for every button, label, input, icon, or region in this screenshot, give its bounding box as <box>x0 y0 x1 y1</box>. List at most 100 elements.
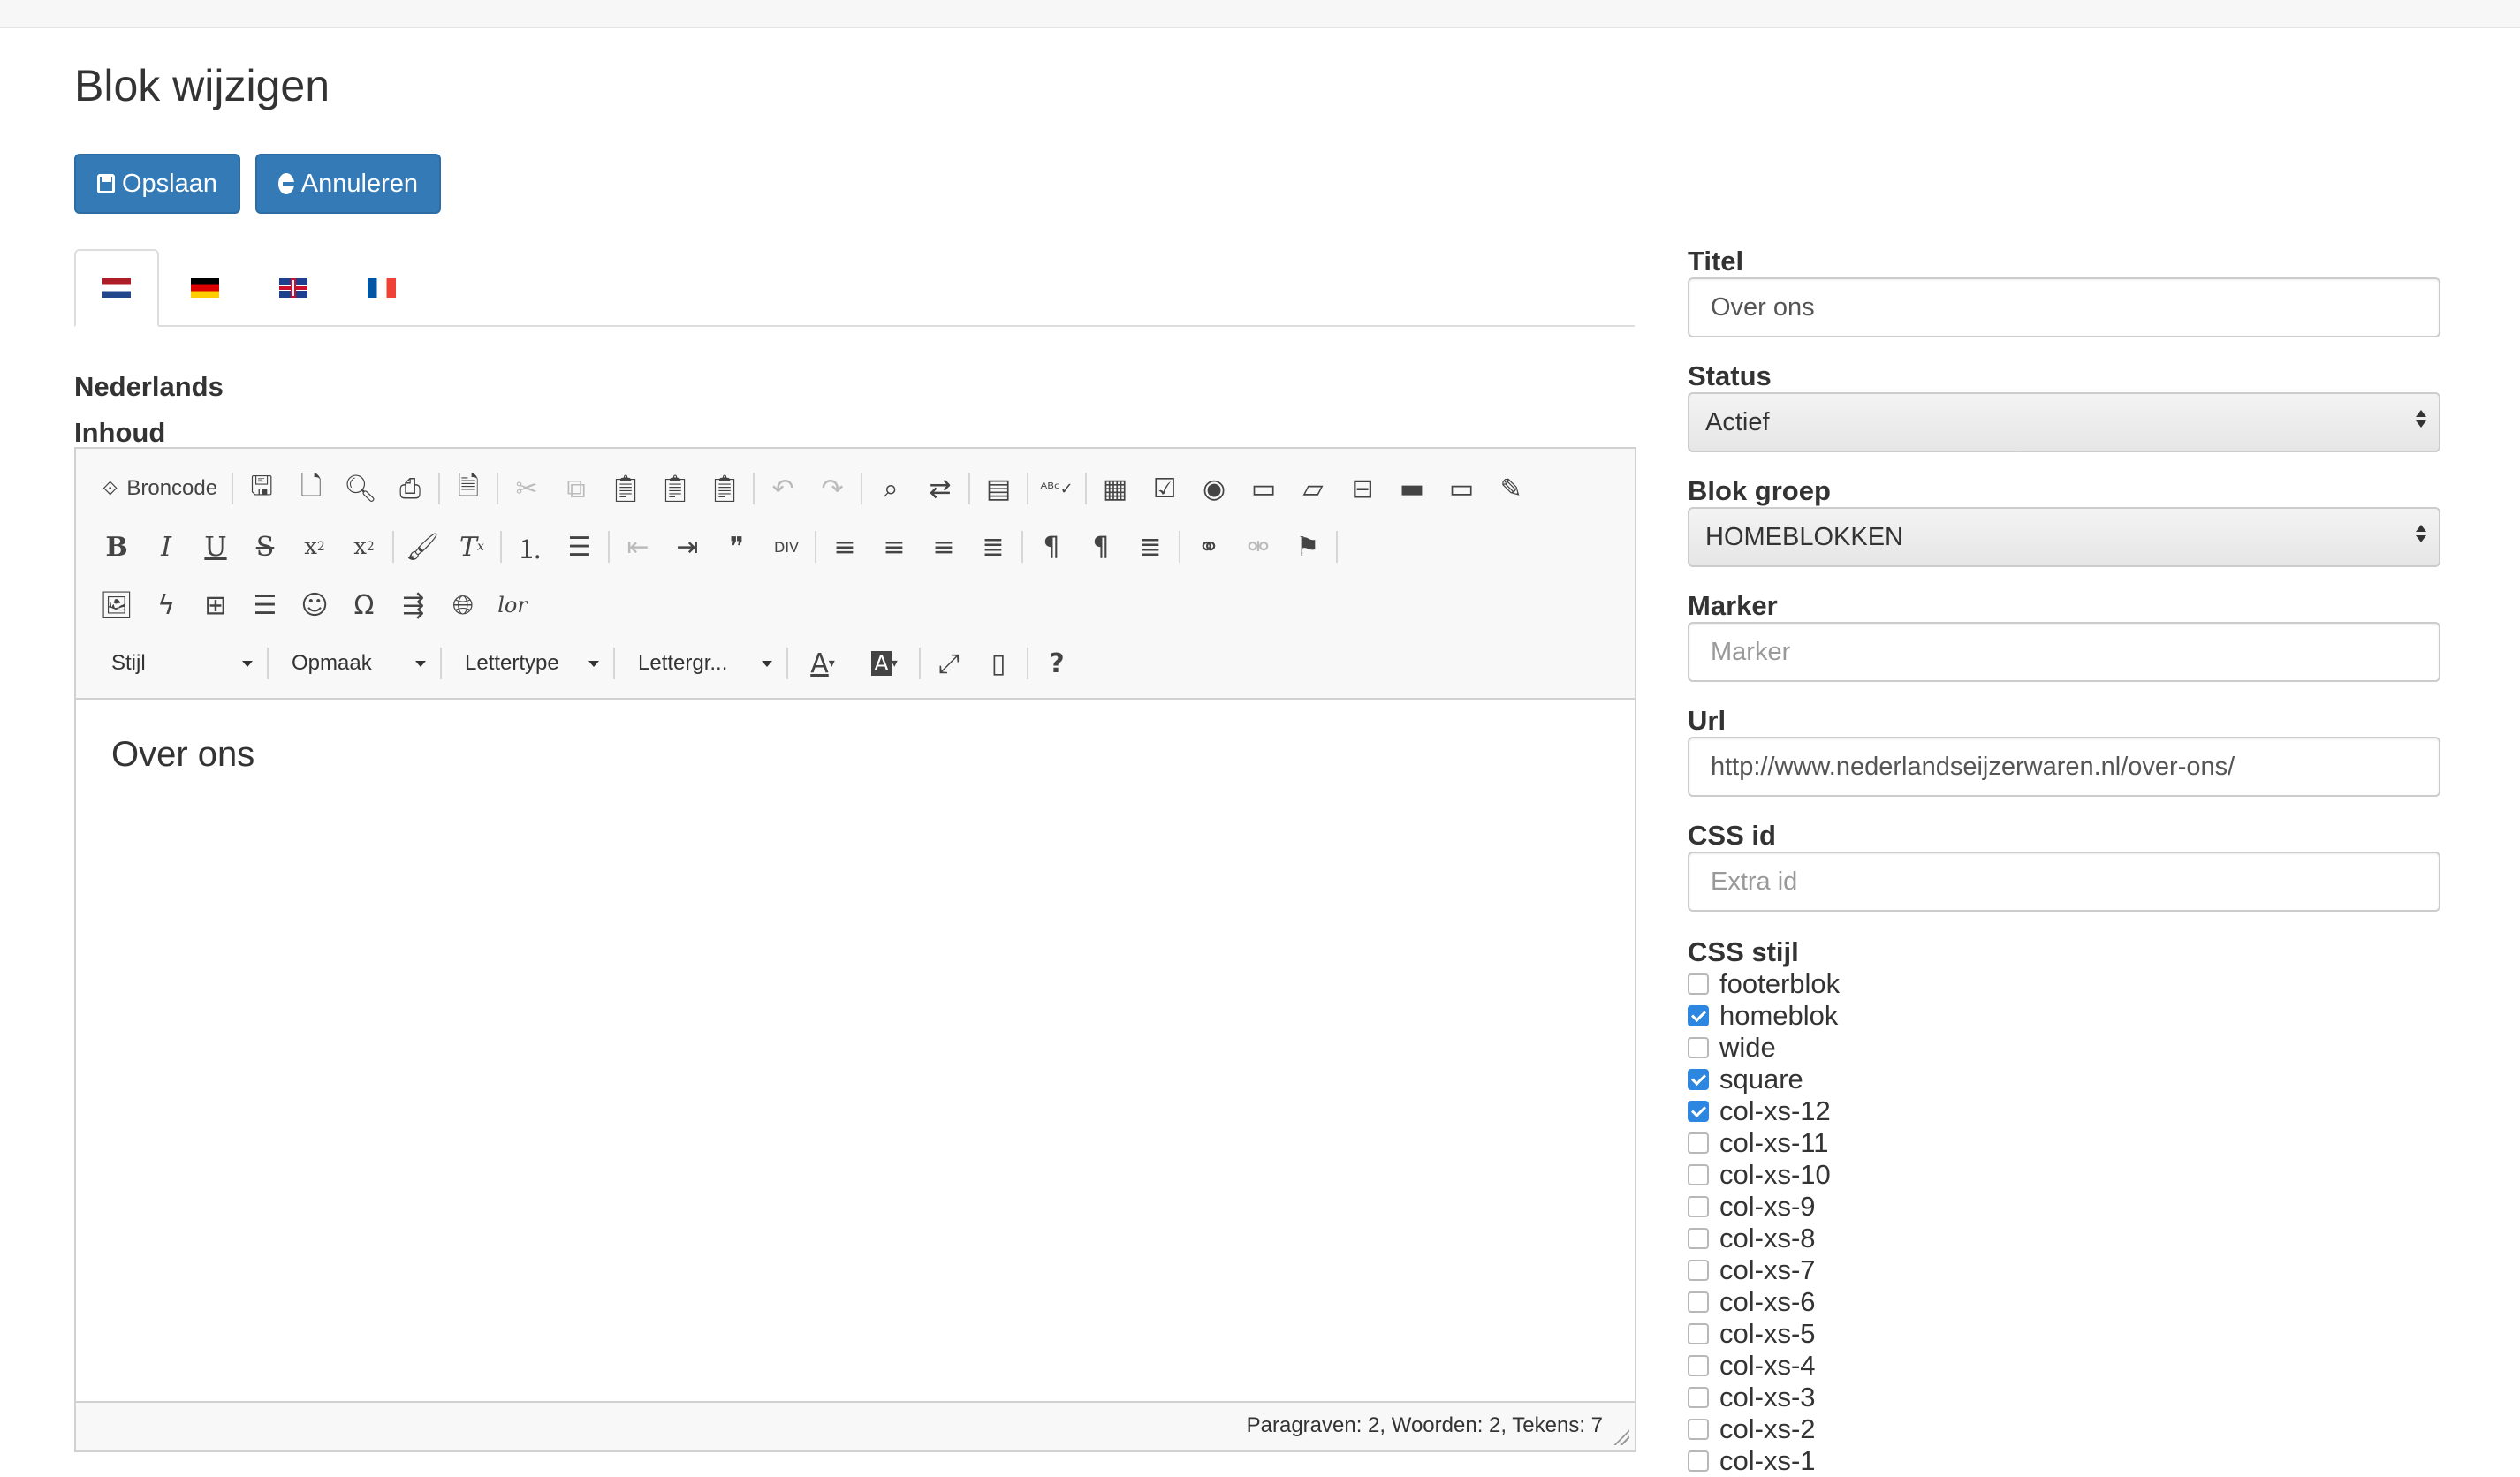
textarea-icon[interactable]: ▱ <box>1288 465 1338 512</box>
superscript-icon[interactable]: x2 <box>339 523 389 571</box>
save-icon[interactable]: 🖫 <box>237 465 286 512</box>
checkbox[interactable] <box>1688 1132 1709 1154</box>
checkbox-icon[interactable]: ☑ <box>1140 465 1189 512</box>
css-style-option[interactable]: footerblok <box>1688 968 1840 1000</box>
image-icon[interactable]: 🖼︎ <box>92 581 141 629</box>
align-left-icon[interactable]: ≡ <box>820 523 869 571</box>
flash-icon[interactable]: ϟ <box>141 581 191 629</box>
div-container-icon[interactable]: DIV <box>762 523 811 571</box>
checkbox[interactable] <box>1688 1291 1709 1313</box>
tab-fr[interactable] <box>339 249 424 327</box>
checkbox[interactable] <box>1688 1005 1709 1026</box>
resize-handle-icon[interactable] <box>1613 1429 1629 1445</box>
indent-icon[interactable]: ⇥ <box>663 523 712 571</box>
smiley-icon[interactable]: ☺ <box>290 581 339 629</box>
anchor-flag-icon[interactable]: ⚑ <box>1283 523 1332 571</box>
paste-icon[interactable]: 📋︎ <box>601 465 650 512</box>
unlink-icon[interactable]: ⚮ <box>1233 523 1283 571</box>
strikethrough-icon[interactable]: S <box>240 523 290 571</box>
css-style-option[interactable]: col-xs-9 <box>1688 1191 1840 1223</box>
remove-format-icon[interactable]: Tx <box>447 523 497 571</box>
templates-icon[interactable]: 🗎 <box>444 465 493 512</box>
tab-nl[interactable] <box>74 249 159 327</box>
css-style-option[interactable]: col-xs-5 <box>1688 1318 1840 1350</box>
maximize-icon[interactable]: ⤢ <box>924 640 974 687</box>
select-all-icon[interactable]: ▤ <box>974 465 1023 512</box>
ltr-icon[interactable]: ¶ <box>1027 523 1076 571</box>
justify-icon[interactable]: ≣ <box>968 523 1018 571</box>
select-field-icon[interactable]: ⊟ <box>1338 465 1387 512</box>
special-char-icon[interactable]: Ω <box>339 581 389 629</box>
checkbox[interactable] <box>1688 1164 1709 1185</box>
checkbox[interactable] <box>1688 1228 1709 1249</box>
align-right-icon[interactable]: ≡ <box>919 523 968 571</box>
marker-input[interactable]: Marker <box>1688 622 2440 682</box>
checkbox[interactable] <box>1688 1037 1709 1058</box>
bulleted-list-icon[interactable]: ☰ <box>555 523 604 571</box>
checkbox[interactable] <box>1688 1196 1709 1217</box>
hidden-field-icon[interactable]: ✎ <box>1486 465 1536 512</box>
cut-icon[interactable]: ✂ <box>502 465 551 512</box>
checkbox[interactable] <box>1688 1355 1709 1376</box>
font-combo[interactable]: Lettertype <box>445 640 610 687</box>
editor-content-area[interactable]: Over ons <box>76 700 1635 1406</box>
font-size-combo[interactable]: Lettergr... <box>619 640 783 687</box>
checkbox[interactable] <box>1688 1419 1709 1440</box>
style-combo[interactable]: Stijl <box>92 640 263 687</box>
checkbox[interactable] <box>1688 1450 1709 1472</box>
image-button-icon[interactable]: ▭ <box>1437 465 1486 512</box>
css-id-input[interactable]: Extra id <box>1688 852 2440 912</box>
spellcheck-icon[interactable]: ᴬᴮᶜ✓ <box>1032 465 1082 512</box>
italic-icon[interactable]: I <box>141 523 191 571</box>
css-style-option[interactable]: col-xs-4 <box>1688 1350 1840 1382</box>
blockquote-icon[interactable]: ❞ <box>712 523 762 571</box>
css-style-option[interactable]: col-xs-12 <box>1688 1095 1840 1127</box>
preview-icon[interactable]: 🔍︎ <box>336 465 385 512</box>
format-combo[interactable]: Opmaak <box>272 640 436 687</box>
align-center-icon[interactable]: ≡ <box>869 523 919 571</box>
horizontal-line-icon[interactable]: ☰ <box>240 581 290 629</box>
checkbox[interactable] <box>1688 1101 1709 1122</box>
checkbox[interactable] <box>1688 1069 1709 1090</box>
paste-text-icon[interactable]: 📋︎ <box>650 465 700 512</box>
block-group-select[interactable]: HOMEBLOKKEN <box>1688 507 2440 567</box>
title-input[interactable]: Over ons <box>1688 277 2440 337</box>
css-style-option[interactable]: col-xs-10 <box>1688 1159 1840 1191</box>
css-style-option[interactable]: wide <box>1688 1032 1840 1064</box>
radio-icon[interactable]: ◉ <box>1189 465 1239 512</box>
link-icon[interactable]: ⚭ <box>1184 523 1233 571</box>
css-style-option[interactable]: col-xs-11 <box>1688 1127 1840 1159</box>
table-icon[interactable]: ⊞ <box>191 581 240 629</box>
lorem-ipsum-icon[interactable]: lor <box>488 581 537 629</box>
print-icon[interactable]: ⎙ <box>385 465 435 512</box>
checkbox[interactable] <box>1688 1387 1709 1408</box>
form-icon[interactable]: ▦ <box>1090 465 1140 512</box>
help-icon[interactable]: ? <box>1032 640 1082 687</box>
css-style-option[interactable]: col-xs-8 <box>1688 1223 1840 1254</box>
tab-de[interactable] <box>163 249 247 327</box>
outdent-icon[interactable]: ⇤ <box>613 523 663 571</box>
css-style-option[interactable]: col-xs-2 <box>1688 1413 1840 1445</box>
language-icon[interactable]: ≣ <box>1126 523 1175 571</box>
css-style-option[interactable]: homeblok <box>1688 1000 1840 1032</box>
paste-word-icon[interactable]: 📋︎ <box>700 465 749 512</box>
bold-icon[interactable]: B <box>92 523 141 571</box>
find-icon[interactable]: ⌕ <box>866 465 915 512</box>
css-style-option[interactable]: col-xs-3 <box>1688 1382 1840 1413</box>
css-style-option[interactable]: col-xs-6 <box>1688 1286 1840 1318</box>
background-color-icon[interactable]: A ▾ <box>854 640 915 687</box>
iframe-icon[interactable]: 🌐︎ <box>438 581 488 629</box>
text-color-icon[interactable]: A ▾ <box>792 640 854 687</box>
undo-icon[interactable]: ↶ <box>758 465 808 512</box>
checkbox[interactable] <box>1688 973 1709 995</box>
page-break-icon[interactable]: ⇶ <box>389 581 438 629</box>
underline-icon[interactable]: U <box>191 523 240 571</box>
numbered-list-icon[interactable]: ⒈ <box>505 523 555 571</box>
subscript-icon[interactable]: x2 <box>290 523 339 571</box>
redo-icon[interactable]: ↷ <box>808 465 857 512</box>
css-style-option[interactable]: col-xs-7 <box>1688 1254 1840 1286</box>
status-select[interactable]: Actief <box>1688 392 2440 452</box>
replace-icon[interactable]: ⇄ <box>915 465 965 512</box>
checkbox[interactable] <box>1688 1260 1709 1281</box>
tab-gb[interactable] <box>251 249 336 327</box>
